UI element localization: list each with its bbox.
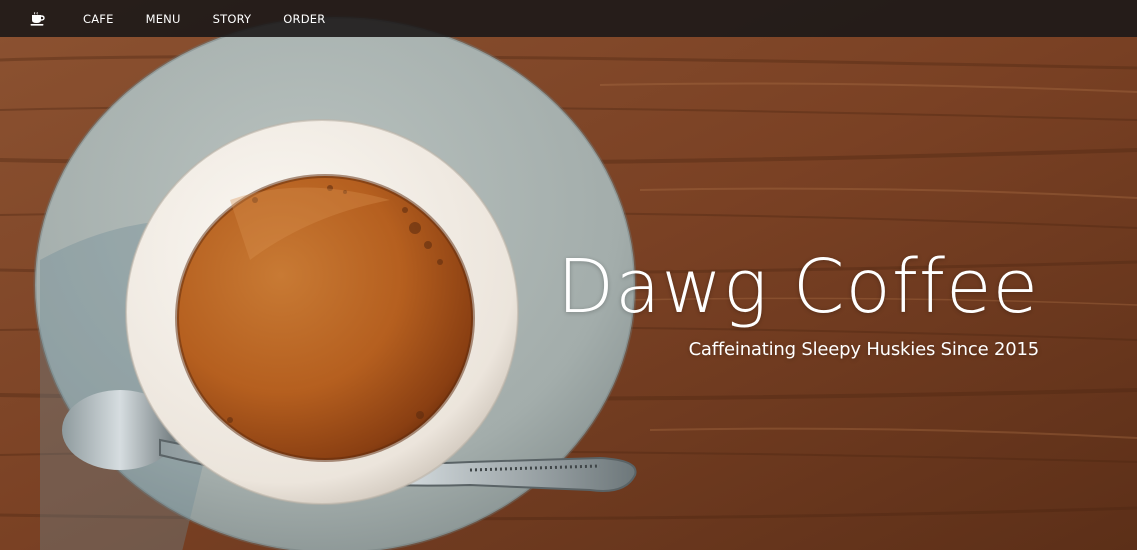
nav-link-order[interactable]: ORDER bbox=[283, 12, 325, 26]
nav-link-menu[interactable]: MENU bbox=[146, 12, 181, 26]
nav-link-cafe[interactable]: CAFE bbox=[83, 12, 114, 26]
coffee-cup-icon bbox=[30, 11, 45, 26]
page: Dawg Coffee Caffeinating Sleepy Huskies … bbox=[0, 0, 1137, 550]
nav-link-story[interactable]: STORY bbox=[213, 12, 252, 26]
brand-link[interactable] bbox=[27, 8, 49, 30]
hero-title: Dawg Coffee bbox=[557, 244, 1039, 330]
hero-subtitle: Caffeinating Sleepy Huskies Since 2015 bbox=[688, 339, 1040, 360]
hero-text: Dawg Coffee Caffeinating Sleepy Huskies … bbox=[557, 244, 1039, 362]
navbar: CAFE MENU STORY ORDER bbox=[0, 0, 1137, 37]
hero-section: Dawg Coffee Caffeinating Sleepy Huskies … bbox=[0, 0, 1137, 550]
